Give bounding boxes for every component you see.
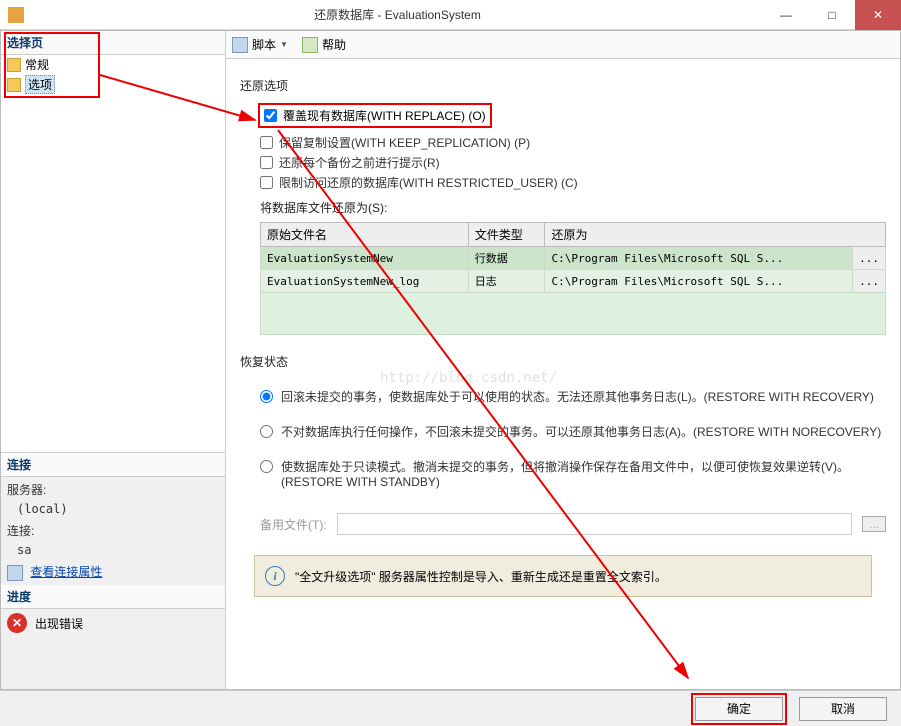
footer: 确定 取消 <box>0 690 901 726</box>
col-file-type[interactable]: 文件类型 <box>468 223 545 247</box>
error-text: 出现错误 <box>35 615 83 632</box>
recovery-state-title: 恢复状态 <box>240 353 886 370</box>
browse-button[interactable]: ... <box>853 270 886 293</box>
script-dropdown-icon[interactable]: ▼ <box>280 40 288 49</box>
titlebar: 还原数据库 - EvaluationSystem — □ ✕ <box>0 0 901 30</box>
connection-box: 服务器: (local) 连接: sa 查看连接属性 <box>1 477 225 585</box>
standby-browse-button: ... <box>862 516 886 532</box>
page-tree: 常规 选项 <box>1 55 225 453</box>
server-label: 服务器: <box>7 481 219 498</box>
prompt-checkbox[interactable] <box>260 156 273 169</box>
recovery-label-norecovery: 不对数据库执行任何操作，不回滚未提交的事务。可以还原其他事务日志(A)。(RES… <box>281 423 886 440</box>
recovery-label-recovery: 回滚未提交的事务，使数据库处于可以使用的状态。无法还原其他事务日志(L)。(RE… <box>281 388 886 405</box>
help-button[interactable]: 帮助 <box>322 36 346 53</box>
annotation-box-tree <box>4 32 100 98</box>
keep-replication-checkbox[interactable] <box>260 136 273 149</box>
restricted-label: 限制访问还原的数据库(WITH RESTRICTED_USER) (C) <box>279 174 578 191</box>
cell-filetype: 行数据 <box>468 247 545 270</box>
overwrite-option-highlight: 覆盖现有数据库(WITH REPLACE) (O) <box>258 103 492 128</box>
col-original-filename[interactable]: 原始文件名 <box>261 223 469 247</box>
restricted-checkbox[interactable] <box>260 176 273 189</box>
watermark: http://blog.csdn.net/ <box>380 370 557 386</box>
content: 还原选项 覆盖现有数据库(WITH REPLACE) (O) 保留复制设置(WI… <box>226 59 900 689</box>
info-icon: i <box>265 566 285 586</box>
view-props-link[interactable]: 查看连接属性 <box>30 565 102 579</box>
browse-button[interactable]: ... <box>853 247 886 270</box>
connection-header: 连接 <box>1 453 225 477</box>
window-title: 还原数据库 - EvaluationSystem <box>32 6 763 23</box>
conn-label: 连接: <box>7 522 219 539</box>
script-button[interactable]: 脚本 <box>252 36 276 53</box>
minimize-button[interactable]: — <box>763 0 809 30</box>
recovery-radio-recovery[interactable] <box>260 390 273 403</box>
table-row[interactable]: EvaluationSystemNew_log 日志 C:\Program Fi… <box>261 270 886 293</box>
recovery-label-standby: 使数据库处于只读模式。撤消未提交的事务，但将撤消操作保存在备用文件中，以便可使恢… <box>281 458 886 489</box>
cell-filename: EvaluationSystemNew_log <box>261 270 469 293</box>
body: 选择页 常规 选项 连接 服务器: (local) 连接: sa 查看连接属性 … <box>0 30 901 690</box>
prompt-label: 还原每个备份之前进行提示(R) <box>279 154 440 171</box>
info-text: "全文升级选项" 服务器属性控制是导入、重新生成还是重置全文索引。 <box>295 568 667 585</box>
recovery-radio-standby[interactable] <box>260 460 273 473</box>
ok-button[interactable]: 确定 <box>695 697 783 721</box>
window-buttons: — □ ✕ <box>763 0 901 30</box>
recovery-radio-norecovery[interactable] <box>260 425 273 438</box>
standby-file-row: 备用文件(T): ... <box>260 513 886 535</box>
maximize-button[interactable]: □ <box>809 0 855 30</box>
info-bar: i "全文升级选项" 服务器属性控制是导入、重新生成还是重置全文索引。 <box>254 555 872 597</box>
left-panel: 选择页 常规 选项 连接 服务器: (local) 连接: sa 查看连接属性 … <box>1 31 226 689</box>
overwrite-label: 覆盖现有数据库(WITH REPLACE) (O) <box>283 107 486 124</box>
help-icon <box>302 37 318 53</box>
col-restore-as[interactable]: 还原为 <box>545 223 886 247</box>
db-icon <box>8 7 24 23</box>
table-row[interactable]: EvaluationSystemNew 行数据 C:\Program Files… <box>261 247 886 270</box>
right-panel: 脚本 ▼ 帮助 还原选项 覆盖现有数据库(WITH REPLACE) (O) 保… <box>226 31 900 689</box>
keep-replication-label: 保留复制设置(WITH KEEP_REPLICATION) (P) <box>279 134 530 151</box>
progress-box: ✕ 出现错误 <box>1 609 225 689</box>
conn-value: sa <box>17 543 219 557</box>
files-table: 原始文件名 文件类型 还原为 EvaluationSystemNew 行数据 C… <box>260 222 886 335</box>
server-value: (local) <box>17 502 219 516</box>
script-icon <box>232 37 248 53</box>
standby-file-label: 备用文件(T): <box>260 516 327 533</box>
recovery-radios: 回滚未提交的事务，使数据库处于可以使用的状态。无法还原其他事务日志(L)。(RE… <box>260 388 886 489</box>
view-connection-properties[interactable]: 查看连接属性 <box>7 563 219 581</box>
overwrite-checkbox[interactable] <box>264 109 277 122</box>
toolbar: 脚本 ▼ 帮助 <box>226 31 900 59</box>
restore-as-label: 将数据库文件还原为(S): <box>260 199 886 216</box>
table-blank <box>261 293 886 335</box>
ok-highlight: 确定 <box>691 693 787 725</box>
cell-filetype: 日志 <box>468 270 545 293</box>
restore-options-title: 还原选项 <box>240 77 886 94</box>
standby-file-input <box>337 513 852 535</box>
progress-header: 进度 <box>1 585 225 609</box>
error-icon: ✕ <box>7 613 27 633</box>
cell-path: C:\Program Files\Microsoft SQL S... <box>545 270 853 293</box>
cell-path: C:\Program Files\Microsoft SQL S... <box>545 247 853 270</box>
cancel-button[interactable]: 取消 <box>799 697 887 721</box>
cell-filename: EvaluationSystemNew <box>261 247 469 270</box>
close-button[interactable]: ✕ <box>855 0 901 30</box>
server-icon <box>7 565 23 581</box>
